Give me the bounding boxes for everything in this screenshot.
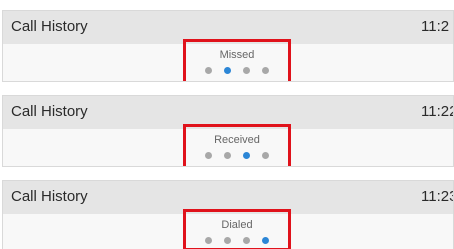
page-indicator: Received — [183, 124, 291, 166]
page-indicator: Dialed — [183, 209, 291, 249]
page-dot[interactable] — [243, 67, 250, 74]
clock-time: 11:22 — [421, 103, 454, 120]
page-dot[interactable] — [243, 237, 250, 244]
page-dot[interactable] — [262, 152, 269, 159]
page-dot[interactable] — [224, 237, 231, 244]
page-dot[interactable] — [262, 67, 269, 74]
clock-time: 11:2 — [421, 18, 450, 35]
view-label: Dialed — [221, 219, 253, 231]
view-label: Missed — [219, 49, 255, 61]
panel-title: Call History — [11, 18, 88, 35]
view-label: Received — [214, 134, 260, 146]
call-history-panel-dialed: Call History 11:23 Dialed — [2, 180, 454, 249]
pagination-dots — [186, 67, 288, 74]
page-dot-active[interactable] — [262, 237, 269, 244]
page-indicator: Missed — [183, 39, 291, 81]
page-dot[interactable] — [205, 237, 212, 244]
page-dot-active[interactable] — [243, 152, 250, 159]
call-history-panel-received: Call History 11:22 Received — [2, 95, 454, 167]
pagination-dots — [186, 237, 288, 244]
page-dot[interactable] — [205, 152, 212, 159]
call-history-panel-missed: Call History 11:2 Missed — [2, 10, 454, 82]
page-dot[interactable] — [205, 67, 212, 74]
pagination-dots — [186, 152, 288, 159]
panel-title: Call History — [11, 103, 88, 120]
page-dot[interactable] — [224, 152, 231, 159]
panel-title: Call History — [11, 188, 88, 205]
page-dot-active[interactable] — [224, 67, 231, 74]
clock-time: 11:23 — [421, 188, 454, 205]
